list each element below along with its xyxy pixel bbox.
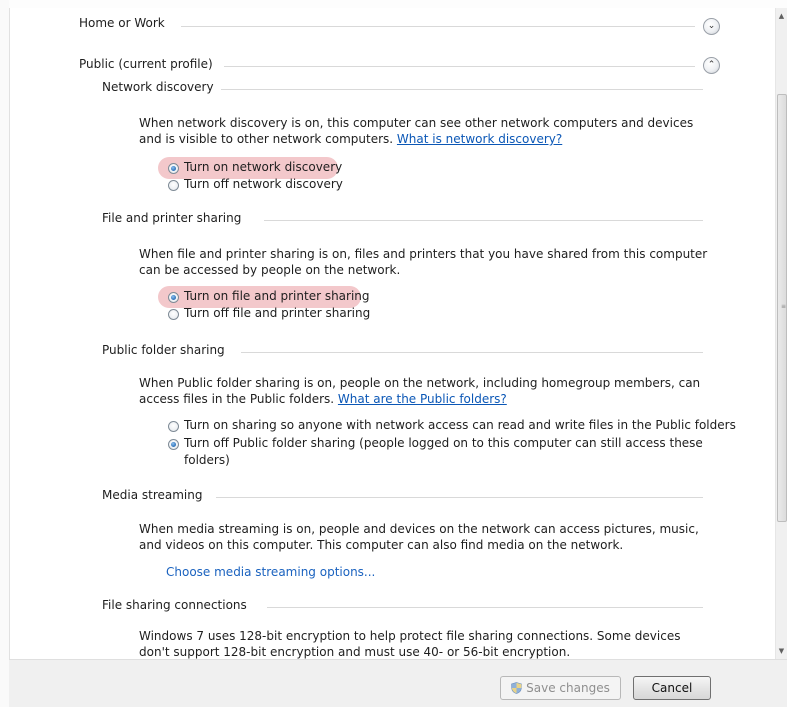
chevron-down-icon[interactable]: ⌄ — [703, 18, 720, 35]
settings-content: Home or Work ⌄ Public (current profile) … — [9, 8, 775, 659]
vertical-scrollbar[interactable]: ▲ ≡ ▼ — [775, 8, 787, 659]
divider — [181, 26, 695, 27]
media-streaming-description: When media streaming is on, people and d… — [139, 522, 699, 552]
radio-turn-off-public-folder-sharing[interactable] — [168, 439, 179, 450]
file-printer-sharing-description: When file and printer sharing is on, fil… — [139, 247, 708, 277]
divider — [241, 352, 703, 353]
scrollbar-thumb[interactable]: ≡ — [777, 94, 787, 522]
network-discovery-description: When network discovery is on, this compu… — [139, 116, 694, 146]
file-sharing-connections-description: Windows 7 uses 128-bit encryption to hel… — [139, 629, 681, 659]
radio-label[interactable]: Turn on network discovery — [184, 160, 342, 174]
divider — [221, 89, 703, 90]
footer-bar: Save changes Cancel — [9, 659, 787, 707]
public-folder-sharing-description: When Public folder sharing is on, people… — [139, 376, 701, 406]
save-changes-button[interactable]: Save changes — [500, 676, 621, 700]
window-top-edge — [9, 0, 787, 8]
what-are-public-folders-link[interactable]: What are the Public folders? — [338, 392, 507, 406]
radio-label[interactable]: Turn on file and printer sharing — [184, 289, 370, 303]
radio-turn-on-file-printer-sharing[interactable] — [168, 292, 179, 303]
radio-turn-off-network-discovery[interactable] — [168, 180, 179, 191]
radio-turn-off-file-printer-sharing[interactable] — [168, 309, 179, 320]
divider — [224, 66, 695, 67]
section-title-network-discovery: Network discovery — [102, 80, 214, 94]
radio-turn-on-network-discovery[interactable] — [168, 163, 179, 174]
divider — [216, 497, 703, 498]
choose-media-streaming-options-link[interactable]: Choose media streaming options... — [166, 565, 375, 579]
radio-label[interactable]: Turn off network discovery — [184, 177, 343, 191]
section-title-file-printer-sharing: File and printer sharing — [102, 211, 242, 225]
radio-label[interactable]: Turn off Public folder sharing (people l… — [184, 436, 703, 450]
divider — [264, 220, 703, 221]
divider — [267, 607, 703, 608]
what-is-network-discovery-link[interactable]: What is network discovery? — [397, 132, 562, 146]
radio-label[interactable]: Turn on sharing so anyone with network a… — [184, 418, 736, 432]
scroll-down-arrow-icon[interactable]: ▼ — [776, 643, 787, 659]
section-title-file-sharing-connections: File sharing connections — [102, 598, 247, 612]
radio-label[interactable]: Turn off file and printer sharing — [184, 306, 370, 320]
section-title-media-streaming: Media streaming — [102, 488, 203, 502]
group-home-work-title: Home or Work — [79, 16, 165, 30]
scroll-up-arrow-icon[interactable]: ▲ — [776, 8, 787, 24]
shield-icon — [511, 682, 522, 694]
radio-turn-on-public-folder-sharing[interactable] — [168, 421, 179, 432]
grip-icon: ≡ — [781, 303, 787, 310]
chevron-up-icon[interactable]: ⌃ — [703, 57, 720, 74]
group-public-title: Public (current profile) — [79, 57, 213, 71]
cancel-button[interactable]: Cancel — [633, 676, 711, 700]
section-title-public-folder-sharing: Public folder sharing — [102, 343, 225, 357]
radio-label-continued[interactable]: folders) — [184, 453, 230, 467]
